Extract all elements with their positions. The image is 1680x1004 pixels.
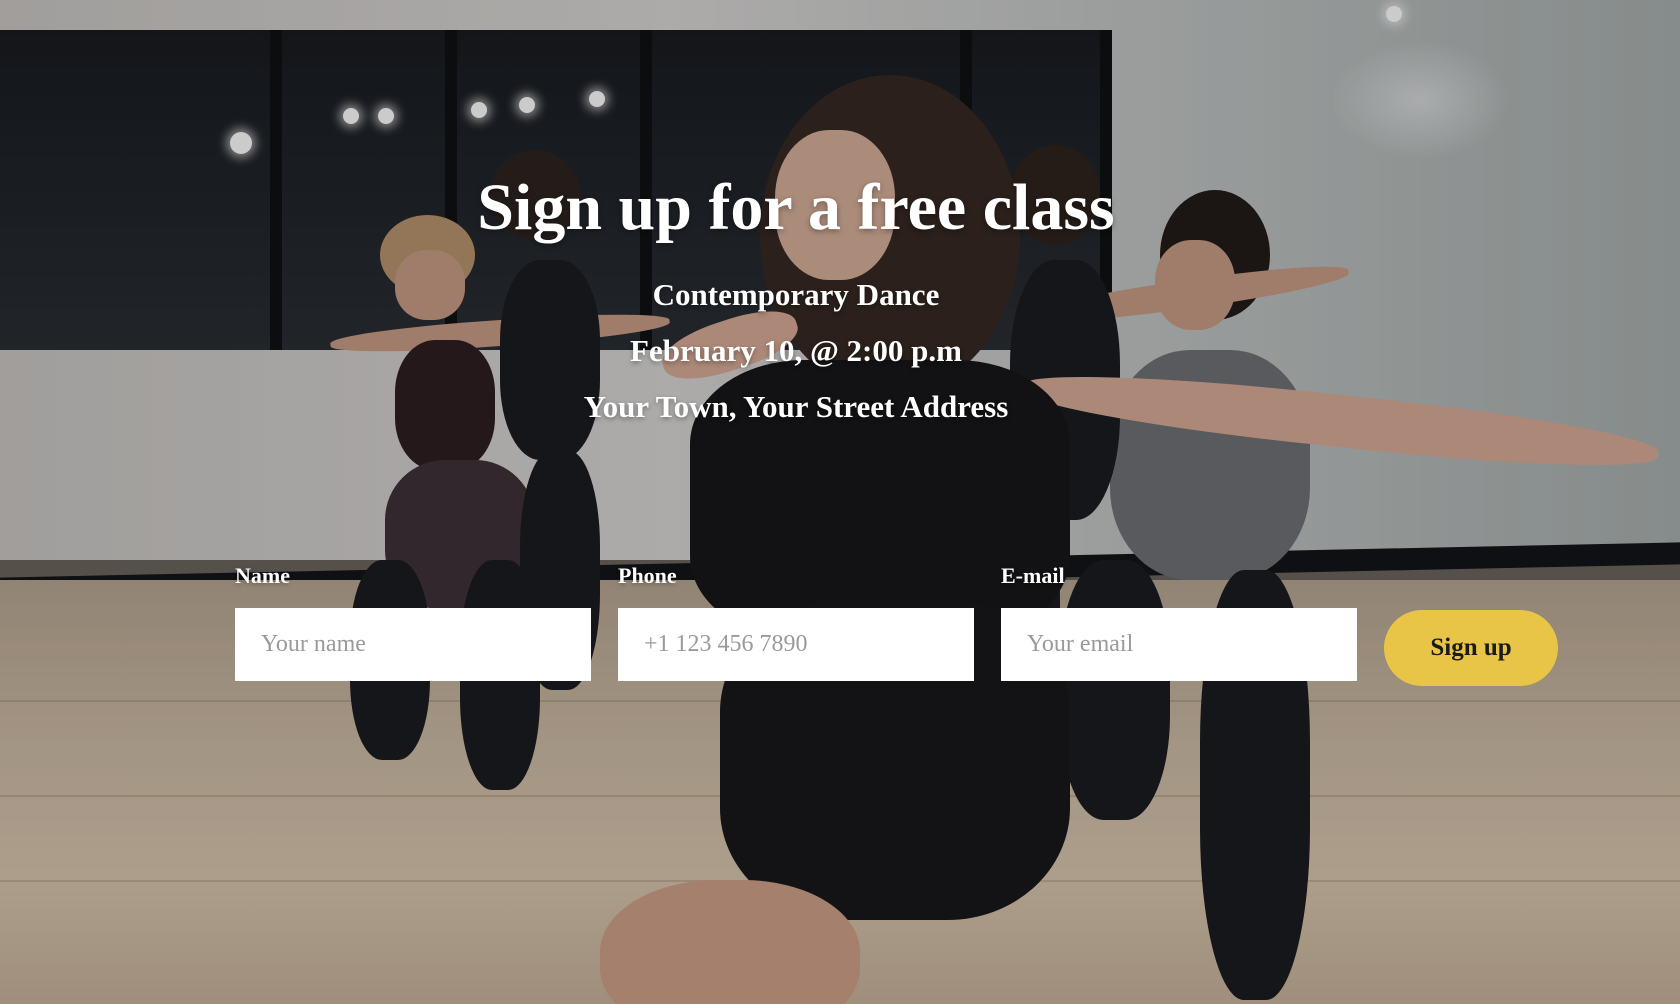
class-date-time: February 10, @ 2:00 p.m [630,333,962,368]
class-name: Contemporary Dance [652,277,940,312]
phone-label: Phone [618,563,677,588]
sign-up-button[interactable]: Sign up [1384,610,1558,686]
page-title: Sign up for a free class [477,171,1115,244]
name-input[interactable] [235,608,591,681]
class-location: Your Town, Your Street Address [583,389,1009,424]
name-label: Name [235,563,290,588]
email-input[interactable] [1001,608,1357,681]
signup-section: Sign up for a free class Contemporary Da… [0,0,1680,1004]
phone-input[interactable] [618,608,974,681]
email-label: E-mail [1001,563,1065,588]
